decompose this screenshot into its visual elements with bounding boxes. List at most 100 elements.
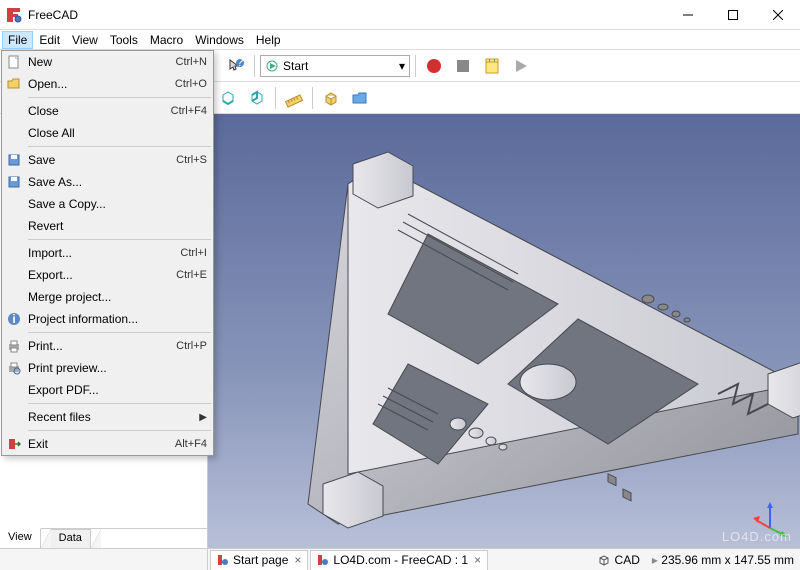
menu-item-label: Save As... xyxy=(28,175,207,189)
measure-button[interactable] xyxy=(281,85,307,111)
file-menu-save[interactable]: SaveCtrl+S xyxy=(2,149,213,171)
menu-edit[interactable]: Edit xyxy=(33,31,66,49)
file-menu-merge-project[interactable]: Merge project... xyxy=(2,286,213,308)
macro-stop-button[interactable] xyxy=(450,53,476,79)
menu-item-label: Close xyxy=(28,104,171,118)
workbench-label: Start xyxy=(283,59,308,73)
menu-item-label: Exit xyxy=(28,437,175,451)
disk-icon xyxy=(6,174,22,190)
app-logo-icon xyxy=(6,7,22,23)
whats-this-button[interactable]: ? xyxy=(223,53,249,79)
menu-item-label: Save xyxy=(28,153,176,167)
blank-icon xyxy=(6,382,22,398)
chevron-down-icon: ▾ xyxy=(399,59,405,73)
window-title: FreeCAD xyxy=(28,8,665,22)
menu-shortcut: Ctrl+O xyxy=(175,78,207,90)
workbench-selector[interactable]: Start ▾ xyxy=(260,55,410,77)
menu-tools[interactable]: Tools xyxy=(104,31,144,49)
status-nav-cube[interactable]: CAD xyxy=(591,553,646,567)
left-button[interactable] xyxy=(244,85,270,111)
file-menu-project-information[interactable]: i Project information... xyxy=(2,308,213,330)
menu-macro[interactable]: Macro xyxy=(144,31,189,49)
doc-tab-label: LO4D.com - FreeCAD : 1 xyxy=(333,553,468,567)
disk-icon xyxy=(6,152,22,168)
cube-icon xyxy=(597,553,611,567)
blank-icon xyxy=(6,409,22,425)
cad-model xyxy=(208,114,800,544)
file-menu-revert[interactable]: Revert xyxy=(2,215,213,237)
menu-shortcut: Ctrl+E xyxy=(176,269,207,281)
menu-item-label: Import... xyxy=(28,246,180,260)
menu-windows[interactable]: Windows xyxy=(189,31,250,49)
file-menu-import[interactable]: Import...Ctrl+I xyxy=(2,242,213,264)
file-menu-exit[interactable]: ExitAlt+F4 xyxy=(2,433,213,455)
freecad-doc-icon xyxy=(317,554,329,566)
blank-icon xyxy=(6,245,22,261)
blank-icon xyxy=(6,196,22,212)
menu-item-label: Print preview... xyxy=(28,361,207,375)
print-icon xyxy=(6,338,22,354)
file-menu-recent-files[interactable]: Recent files▶ xyxy=(2,406,213,428)
doc-tab-model[interactable]: LO4D.com - FreeCAD : 1 × xyxy=(310,550,488,570)
document-tabs: Start page × LO4D.com - FreeCAD : 1 × CA… xyxy=(0,548,800,570)
menu-item-label: Project information... xyxy=(28,312,207,326)
minimize-button[interactable] xyxy=(665,0,710,30)
file-menu-export[interactable]: Export...Ctrl+E xyxy=(2,264,213,286)
file-menu-new[interactable]: NewCtrl+N xyxy=(2,51,213,73)
start-icon xyxy=(265,59,279,73)
macro-play-button[interactable] xyxy=(508,53,534,79)
doc-new-icon xyxy=(6,54,22,70)
menu-item-label: Open... xyxy=(28,77,175,91)
bottom-button[interactable] xyxy=(215,85,241,111)
menu-item-label: Save a Copy... xyxy=(28,197,207,211)
file-menu-close[interactable]: CloseCtrl+F4 xyxy=(2,100,213,122)
info-icon: i xyxy=(6,311,22,327)
blank-icon xyxy=(6,267,22,283)
close-button[interactable] xyxy=(755,0,800,30)
close-icon[interactable]: × xyxy=(294,553,301,567)
file-menu-print[interactable]: Print...Ctrl+P xyxy=(2,335,213,357)
close-icon[interactable]: × xyxy=(474,553,481,567)
menu-item-label: New xyxy=(28,55,176,69)
file-menu-export-pdf[interactable]: Export PDF... xyxy=(2,379,213,401)
group-button[interactable] xyxy=(347,85,373,111)
title-bar: FreeCAD xyxy=(0,0,800,30)
menu-shortcut: Ctrl+I xyxy=(180,247,207,259)
doc-tab-label: Start page xyxy=(233,553,288,567)
file-menu-save-as[interactable]: Save As... xyxy=(2,171,213,193)
macro-record-button[interactable] xyxy=(421,53,447,79)
menu-shortcut: Ctrl+F4 xyxy=(171,105,207,117)
blank-icon xyxy=(6,103,22,119)
menu-item-label: Close All xyxy=(28,126,207,140)
blank-icon xyxy=(6,125,22,141)
chevron-right-icon: ▶ xyxy=(199,412,207,423)
print-prev-icon xyxy=(6,360,22,376)
svg-text:i: i xyxy=(12,312,15,326)
maximize-button[interactable] xyxy=(710,0,755,30)
3d-viewport[interactable]: LO4D.com xyxy=(208,114,800,548)
dimensions-label: 235.96 mm x 147.55 mm xyxy=(661,553,794,567)
menu-item-label: Recent files xyxy=(28,410,199,424)
menu-shortcut: Ctrl+S xyxy=(176,154,207,166)
side-tabs: View Data xyxy=(0,528,207,548)
folder-icon xyxy=(6,76,22,92)
file-menu-save-a-copy[interactable]: Save a Copy... xyxy=(2,193,213,215)
menu-shortcut: Ctrl+P xyxy=(176,340,207,352)
blank-icon xyxy=(6,218,22,234)
watermark: LO4D.com xyxy=(722,529,792,544)
file-menu-dropdown: NewCtrl+NOpen...Ctrl+OCloseCtrl+F4Close … xyxy=(1,50,214,456)
menu-item-label: Merge project... xyxy=(28,290,207,304)
doc-tab-start[interactable]: Start page × xyxy=(210,550,308,570)
exit-icon xyxy=(6,436,22,452)
file-menu-close-all[interactable]: Close All xyxy=(2,122,213,144)
macros-button[interactable] xyxy=(479,53,505,79)
side-tab-view[interactable]: View xyxy=(0,528,41,548)
menu-view[interactable]: View xyxy=(66,31,104,49)
part-button[interactable] xyxy=(318,85,344,111)
menu-shortcut: Ctrl+N xyxy=(176,56,207,68)
file-menu-open[interactable]: Open...Ctrl+O xyxy=(2,73,213,95)
menu-file[interactable]: File xyxy=(2,31,33,49)
menu-help[interactable]: Help xyxy=(250,31,287,49)
file-menu-print-preview[interactable]: Print preview... xyxy=(2,357,213,379)
side-tab-data[interactable]: Data xyxy=(51,529,91,548)
